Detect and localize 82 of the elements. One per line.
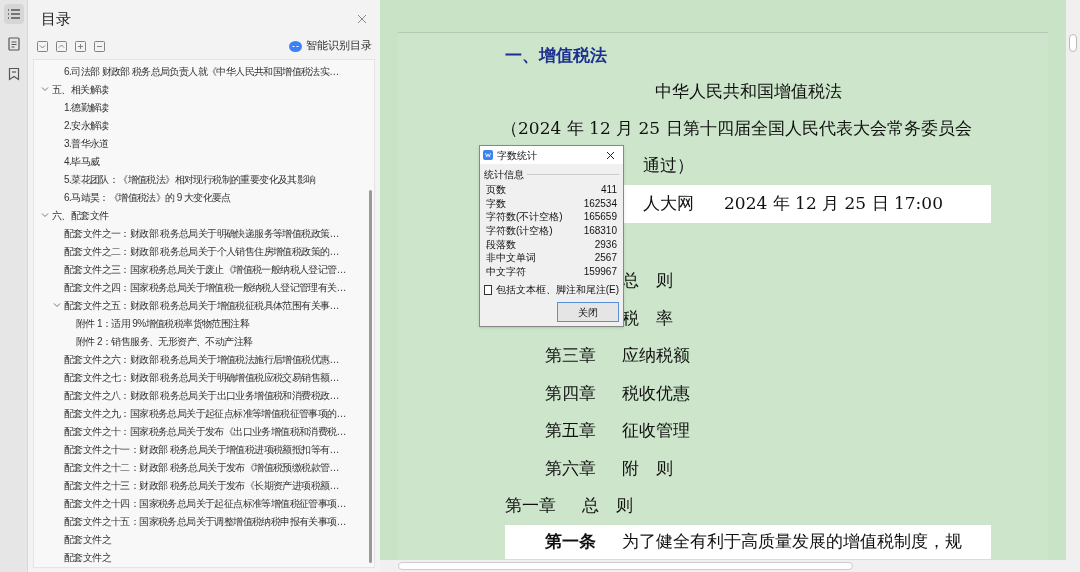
expand-icon[interactable]: [37, 40, 48, 52]
toc-item[interactable]: 2.安永解读: [34, 116, 374, 134]
scrollbar-thumb[interactable]: [398, 562, 853, 570]
toc-item[interactable]: 配套文件之十二：财政部 税务总局关于发布《增值税预缴税款管…: [34, 458, 374, 476]
close-icon[interactable]: [606, 150, 615, 160]
chapter-name: 附 则: [622, 456, 673, 480]
article-number: 第一条: [545, 529, 597, 553]
vertical-scrollbar[interactable]: [1066, 0, 1080, 560]
horizontal-scrollbar[interactable]: [380, 560, 1080, 572]
stat-value: 2936: [594, 237, 617, 252]
chapter-name: 总 则: [582, 494, 633, 517]
dialog-title: 字数统计: [497, 148, 538, 163]
chevron-icon[interactable]: [52, 300, 62, 310]
chapter-number: 第六章: [545, 456, 597, 480]
stat-value: 411: [601, 183, 617, 198]
stat-value: 165659: [583, 210, 617, 225]
toc-item[interactable]: 6.马靖昊：《增值税法》的 9 大变化要点: [34, 188, 374, 206]
checkbox[interactable]: [484, 284, 492, 295]
toc-item[interactable]: 配套文件之十三：财政部 税务总局关于发布《长期资产进项税额…: [34, 476, 374, 494]
toc-item[interactable]: 5.菜花团队：《增值税法》相对现行税制的重要变化及其影响: [34, 170, 374, 188]
smart-toc-button[interactable]: 智能识别目录: [289, 38, 372, 54]
stat-label: 字符数(不计空格): [486, 210, 563, 225]
toc-item[interactable]: 配套文件之三：国家税务总局关于废止《增值税一般纳税人登记管…: [34, 260, 374, 278]
toc-item[interactable]: 配套文件之十：国家税务总局关于发布《出口业务增值税和消费税…: [34, 422, 374, 440]
toc-item[interactable]: 配套文件之: [34, 548, 374, 566]
toc-item[interactable]: 配套文件之五：财政部 税务总局关于增值税征税具体范围有关事…: [34, 296, 374, 314]
toc-item[interactable]: 配套文件之七：财政部 税务总局关于明确增值税应税交易销售额…: [34, 368, 374, 386]
stat-value: 162534: [583, 196, 617, 211]
chapter-name: 应纳税额: [622, 344, 690, 367]
chapter-number: 第四章: [545, 381, 597, 405]
toc-item[interactable]: 配套文件之: [34, 530, 374, 548]
toc-icon[interactable]: [3, 4, 24, 24]
stat-value: 168310: [583, 224, 617, 239]
toc-item[interactable]: 6.司法部 财政部 税务总局负责人就《中华人民共和国增值税法实…: [34, 62, 374, 80]
toc-item[interactable]: 六、配套文件: [34, 206, 374, 224]
scrollbar-thumb[interactable]: [1069, 34, 1077, 52]
stat-label: 页数: [486, 183, 506, 198]
collapse-icon[interactable]: [56, 40, 67, 52]
toc-item[interactable]: 五、相关解读: [34, 80, 374, 98]
toc-item[interactable]: 附件 1：适用 9%增值税税率货物范围注释: [34, 314, 374, 332]
app-icon: [483, 150, 493, 160]
stat-label: 段落数: [486, 237, 516, 252]
toc-item[interactable]: 配套文件之十五：国家税务总局关于调整增值税纳税申报有关事项…: [34, 512, 374, 530]
stat-value: 2567: [594, 251, 617, 266]
toc-item[interactable]: 配套文件之八：财政部 税务总局关于出口业务增值税和消费税政…: [34, 386, 374, 404]
toc-item[interactable]: 配套文件之一：财政部 税务总局关于明确快递服务等增值税政策…: [34, 224, 374, 242]
source-text: 人大网: [643, 192, 694, 216]
chevron-icon[interactable]: [40, 84, 50, 94]
chapter-number: 第一章: [505, 494, 557, 517]
chevron-icon[interactable]: [40, 210, 50, 220]
toc-item[interactable]: 配套文件之九：国家税务总局关于起征点标准等增值税征管事项的…: [34, 404, 374, 422]
minus-icon[interactable]: [94, 40, 105, 52]
toc-item[interactable]: 配套文件之十一：财政部 税务总局关于增值税进项税额抵扣等有…: [34, 440, 374, 458]
toc-item[interactable]: 配套文件之四：国家税务总局关于增值税一般纳税人登记管理有关…: [34, 278, 374, 296]
section-heading: 一、增值税法: [505, 44, 608, 67]
stat-label: 字符数(计空格): [486, 224, 553, 239]
chapter-number: 第三章: [545, 344, 597, 367]
group-label: 统计信息: [484, 168, 524, 182]
stat-label: 非中文单词: [486, 251, 536, 266]
toc-item[interactable]: 4.毕马威: [34, 152, 374, 170]
publish-time: 2024 年 12 月 25 日 17:00: [724, 192, 943, 216]
panel-title: 目录: [41, 8, 71, 29]
plus-icon[interactable]: [75, 40, 86, 52]
chapter-number: 第五章: [545, 419, 597, 442]
chapter-name: 征收管理: [622, 419, 690, 442]
toc-item[interactable]: 配套文件之十四：国家税务总局关于起征点标准等增值税征管事项…: [34, 494, 374, 512]
close-button[interactable]: 关闭: [557, 302, 619, 323]
law-title: 中华人民共和国增值税法: [653, 80, 843, 104]
toc-item[interactable]: 配套文件之六：财政部 税务总局关于增值税法施行后增值税优惠…: [34, 350, 374, 368]
scrollbar-thumb[interactable]: [369, 190, 372, 563]
toc-item[interactable]: 配套文件之二：财政部 税务总局关于个人销售住房增值税政策的…: [34, 242, 374, 260]
law-subtitle: （2024 年 12 月 25 日第十四届全国人民代表大会常务委员会: [501, 117, 973, 141]
checkbox-label: 包括文本框、脚注和尾注(E): [495, 283, 619, 298]
law-subtitle: 通过）: [643, 154, 694, 178]
article-text: 为了健全有利于高质量发展的增值税制度，规: [622, 529, 962, 553]
chapter-name: 税收优惠: [622, 381, 690, 405]
toc-item[interactable]: 3.普华永道: [34, 134, 374, 152]
stat-label: 字数: [486, 196, 506, 211]
stat-value: 159967: [583, 264, 617, 279]
toc-item[interactable]: 1.德勤解读: [34, 98, 374, 116]
toc-item[interactable]: 附件 2：销售服务、无形资产、不动产注释: [34, 332, 374, 350]
stat-label: 中文字符: [486, 264, 526, 279]
